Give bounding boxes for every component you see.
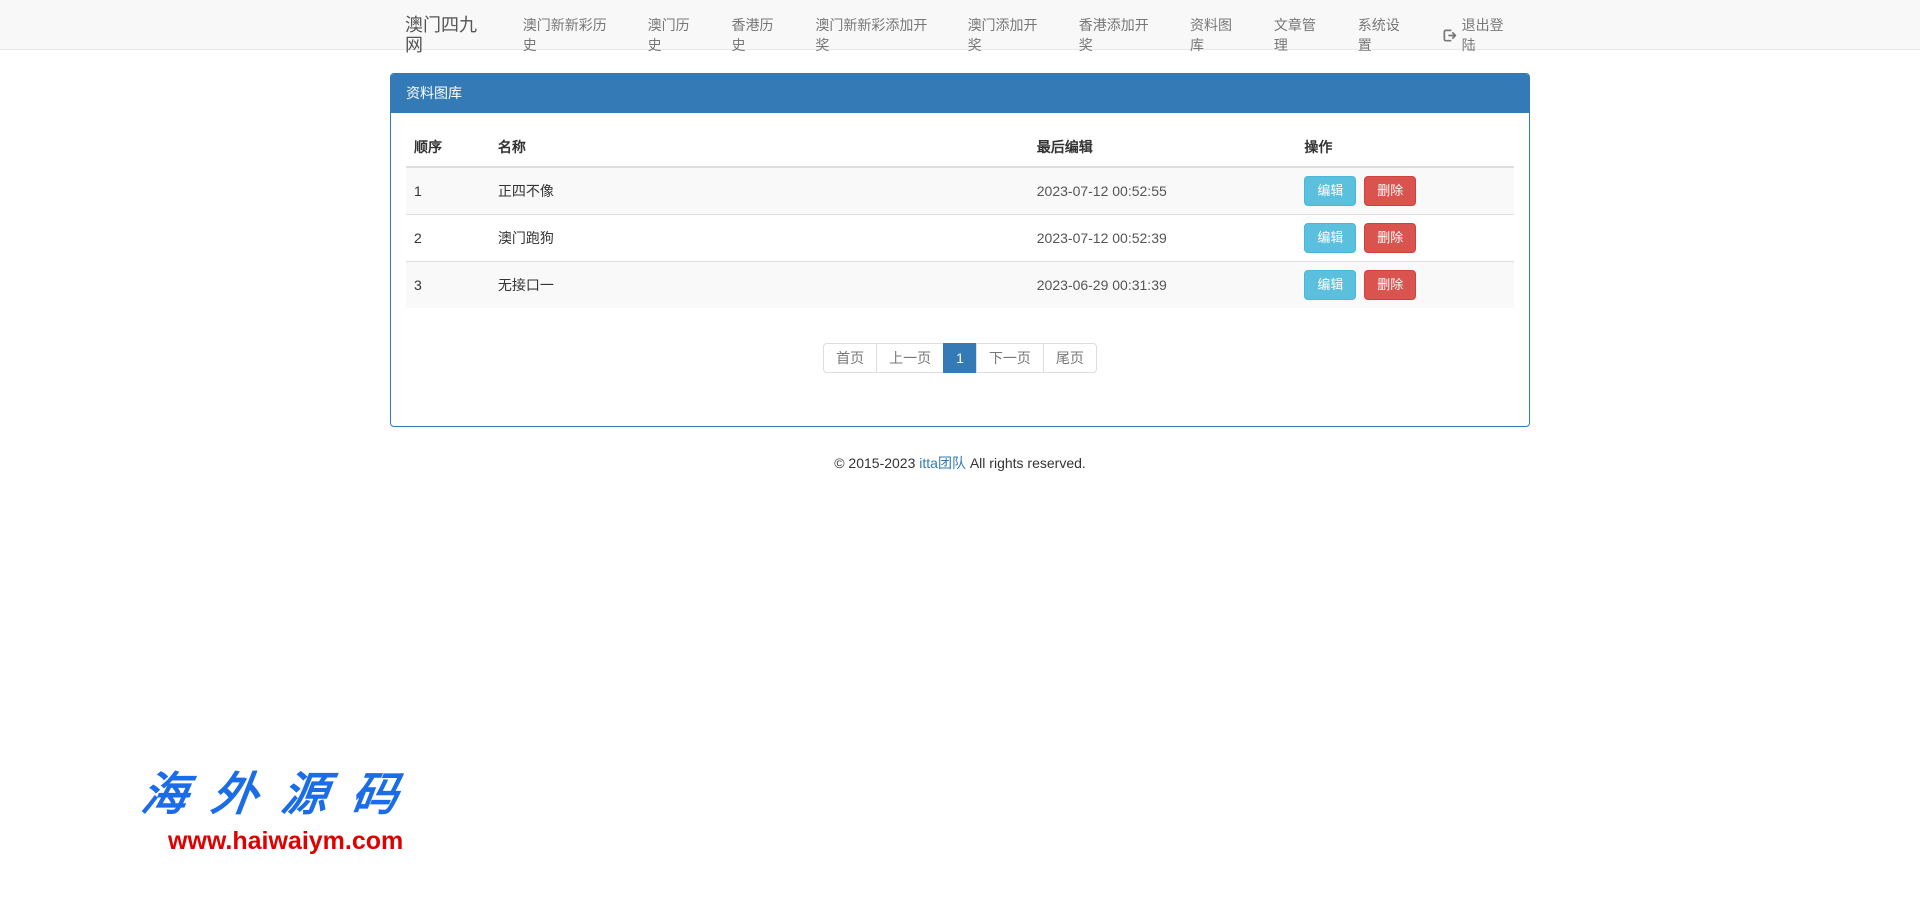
pagination-page-1[interactable]: 1 [943,343,977,373]
row-name: 正四不像 [490,167,1029,215]
logout-link[interactable]: 退出登陆 [1427,0,1530,70]
brand-link[interactable]: 澳门四九网 [390,0,508,49]
nav-item-hongkong-history[interactable]: 香港历史 [717,0,801,70]
row-last-edited: 2023-07-12 00:52:55 [1029,167,1297,215]
footer: © 2015-2023 itta团队 All rights reserved. [0,453,1920,473]
rights-text: All rights reserved. [970,455,1086,471]
table-row: 3 无接口一 2023-06-29 00:31:39 编辑 删除 [406,262,1514,309]
pagination-last[interactable]: 尾页 [1043,343,1097,373]
row-name: 澳门跑狗 [490,215,1029,262]
table-row: 2 澳门跑狗 2023-07-12 00:52:39 编辑 删除 [406,215,1514,262]
gallery-panel: 资料图库 顺序 名称 最后编辑 操作 1 正四不像 [390,73,1530,427]
nav-item-image-gallery[interactable]: 资料图库 [1175,0,1259,70]
row-order: 1 [406,167,490,215]
panel-body: 顺序 名称 最后编辑 操作 1 正四不像 2023-07-12 00:52:55… [391,113,1529,426]
delete-button[interactable]: 删除 [1364,176,1416,206]
logout-label: 退出登陆 [1462,15,1515,55]
top-navbar: 澳门四九网 澳门新新彩历史 澳门历史 香港历史 澳门新新彩添加开奖 澳门添加开奖… [0,0,1920,50]
pagination: 首页 上一页 1 下一页 尾页 [406,348,1514,368]
edit-button[interactable]: 编辑 [1304,223,1356,253]
row-actions: 编辑 删除 [1296,215,1514,262]
row-last-edited: 2023-06-29 00:31:39 [1029,262,1297,309]
row-name: 无接口一 [490,262,1029,309]
edit-button[interactable]: 编辑 [1304,270,1356,300]
row-order: 2 [406,215,490,262]
nav-item-macau-newnew-history[interactable]: 澳门新新彩历史 [508,0,633,70]
watermark-logo-text: 海外源码 [139,771,425,817]
pagination-next[interactable]: 下一页 [976,343,1044,373]
nav-item-macau-history[interactable]: 澳门历史 [633,0,717,70]
navbar-container: 澳门四九网 澳门新新彩历史 澳门历史 香港历史 澳门新新彩添加开奖 澳门添加开奖… [390,0,1530,49]
column-header-name: 名称 [490,128,1029,167]
delete-button[interactable]: 删除 [1364,270,1416,300]
nav-item-macau-newnew-add-draw[interactable]: 澳门新新彩添加开奖 [800,0,952,70]
table-header-row: 顺序 名称 最后编辑 操作 [406,128,1514,167]
panel-title: 资料图库 [391,74,1529,113]
nav-item-macau-add-draw[interactable]: 澳门添加开奖 [953,0,1064,70]
table-row: 1 正四不像 2023-07-12 00:52:55 编辑 删除 [406,167,1514,215]
pagination-prev[interactable]: 上一页 [876,343,944,373]
pagination-first[interactable]: 首页 [823,343,877,373]
edit-button[interactable]: 编辑 [1304,176,1356,206]
team-link[interactable]: itta团队 [919,455,966,471]
column-header-order: 顺序 [406,128,490,167]
row-order: 3 [406,262,490,309]
nav-item-system-settings[interactable]: 系统设置 [1343,0,1427,70]
nav-menu: 澳门新新彩历史 澳门历史 香港历史 澳门新新彩添加开奖 澳门添加开奖 香港添加开… [508,0,1530,49]
delete-button[interactable]: 删除 [1364,223,1416,253]
column-header-actions: 操作 [1296,128,1514,167]
gallery-table: 顺序 名称 最后编辑 操作 1 正四不像 2023-07-12 00:52:55… [406,128,1514,308]
row-actions: 编辑 删除 [1296,262,1514,309]
main-container: 资料图库 顺序 名称 最后编辑 操作 1 正四不像 [390,73,1530,427]
watermark-url-text: www.haiwaiym.com [168,829,403,854]
nav-item-hongkong-add-draw[interactable]: 香港添加开奖 [1064,0,1175,70]
copyright-text: © 2015-2023 [834,455,915,471]
nav-item-article-management[interactable]: 文章管理 [1259,0,1343,70]
logout-icon [1442,28,1457,43]
row-last-edited: 2023-07-12 00:52:39 [1029,215,1297,262]
row-actions: 编辑 删除 [1296,167,1514,215]
column-header-last-edited: 最后编辑 [1029,128,1297,167]
